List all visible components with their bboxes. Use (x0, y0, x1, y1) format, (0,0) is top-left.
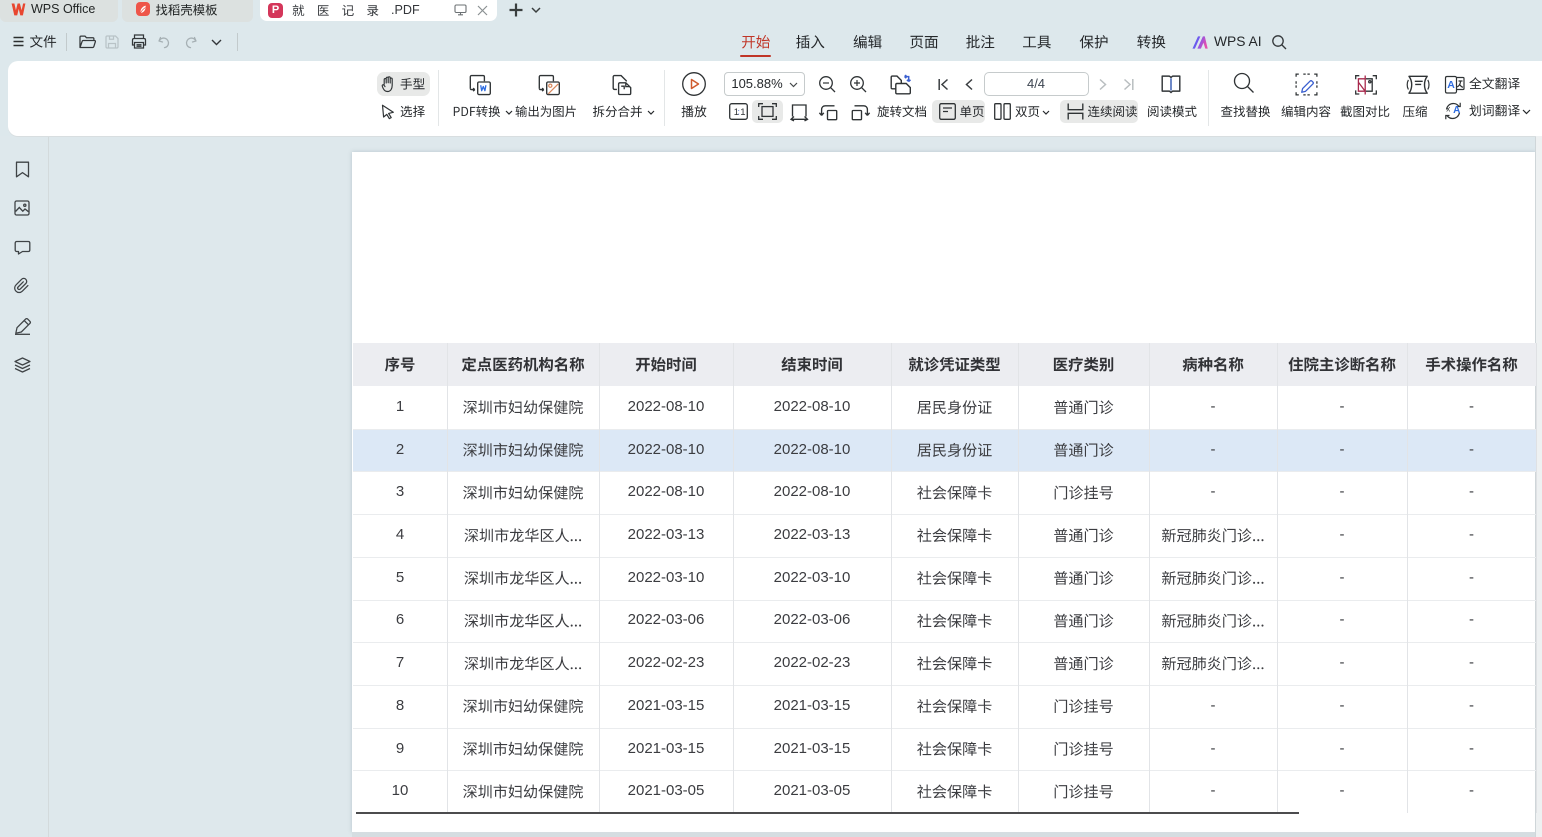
svg-text:A: A (1447, 79, 1455, 91)
svg-text:x: x (1446, 105, 1450, 114)
svg-text:1: 1 (740, 107, 745, 118)
svg-text:A: A (1453, 105, 1460, 116)
